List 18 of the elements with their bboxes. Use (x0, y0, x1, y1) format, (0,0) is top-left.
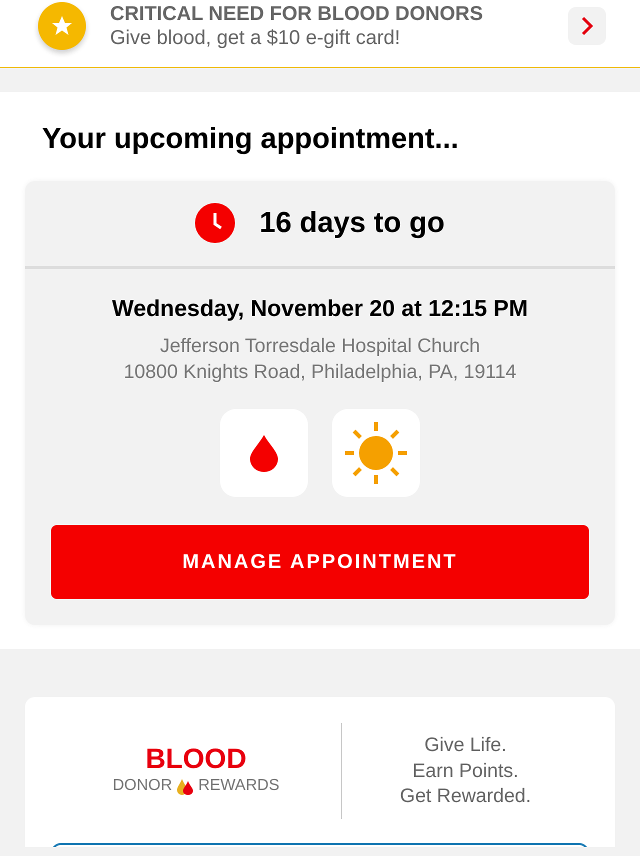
countdown-text: 16 days to go (259, 206, 445, 241)
appointment-datetime: Wednesday, November 20 at 12:15 PM (111, 294, 529, 323)
manage-appointment-button[interactable]: MANAGE APPOINTMENT (51, 525, 589, 600)
location-name: Jefferson Torresdale Hospital Church (158, 334, 482, 360)
banner-title: CRITICAL NEED FOR BLOOD DONORS (110, 2, 484, 26)
logo-text: REWARDS (198, 776, 280, 796)
banner-subtitle: Give blood, get a $10 e-gift card! (110, 26, 402, 50)
location-address: 10800 Knights Road, Philadelphia, PA, 19114 (122, 360, 518, 386)
logo-title: BLOOD (144, 744, 248, 774)
sun-icon (343, 420, 409, 486)
clock-icon (195, 203, 236, 244)
chevron-icon (580, 16, 594, 36)
logo-text: DONOR (112, 776, 172, 796)
drops-icon (176, 777, 194, 796)
chevron-button[interactable] (568, 7, 606, 45)
blood-drop-icon (247, 434, 281, 472)
tagline-text: Give Life. Earn Points. Get Rewarded. (398, 733, 532, 810)
section-heading: Your upcoming appointment... (42, 122, 460, 157)
